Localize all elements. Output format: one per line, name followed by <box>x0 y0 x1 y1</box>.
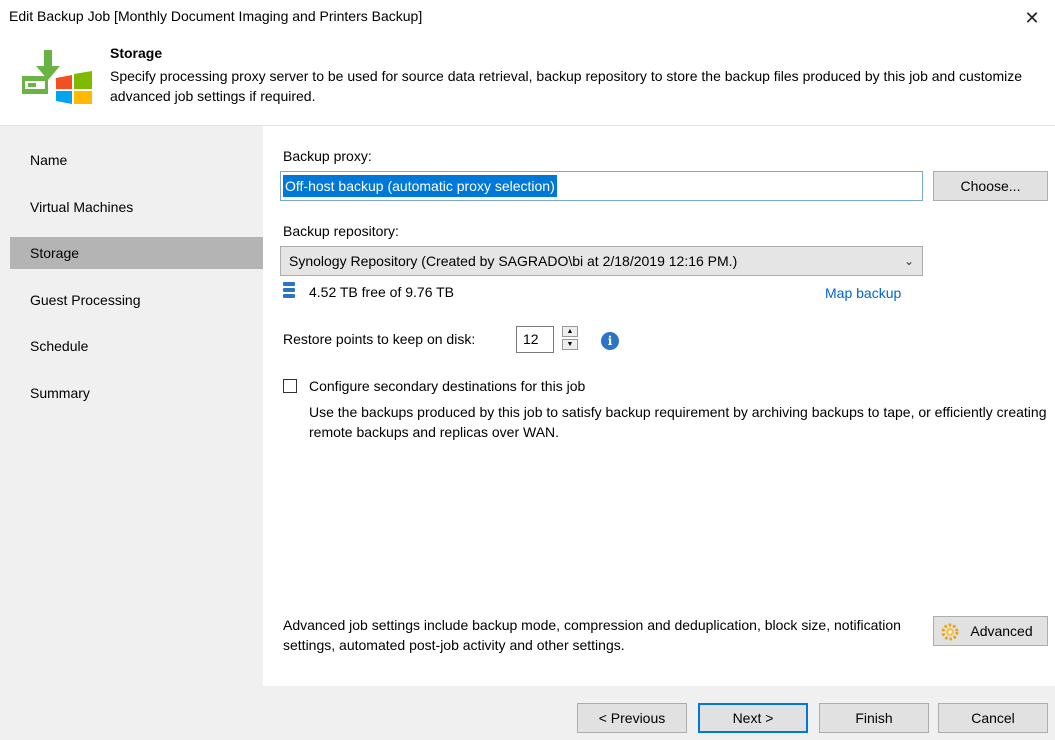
stepper-down-icon[interactable]: ▼ <box>562 339 578 350</box>
stepper-up-icon[interactable]: ▲ <box>562 326 578 337</box>
secondary-destinations-checkbox[interactable] <box>283 379 297 393</box>
repository-free-space: 4.52 TB free of 9.76 TB <box>309 284 455 300</box>
backup-proxy-field[interactable]: Off-host backup (automatic proxy selecti… <box>280 171 923 201</box>
cancel-button[interactable]: Cancel <box>938 703 1048 733</box>
advanced-button-label: Advanced <box>970 623 1033 639</box>
previous-button[interactable]: < Previous <box>577 703 687 733</box>
info-icon[interactable]: i <box>601 332 619 350</box>
map-backup-link[interactable]: Map backup <box>825 285 901 301</box>
wizard-steps-sidebar: Name Virtual Machines Storage Guest Proc… <box>0 126 263 686</box>
backup-to-windows-icon <box>22 50 92 104</box>
sidebar-item-schedule[interactable]: Schedule <box>10 330 263 362</box>
next-button[interactable]: Next > <box>698 703 808 733</box>
restore-points-label: Restore points to keep on disk: <box>283 331 476 347</box>
secondary-destinations-label[interactable]: Configure secondary destinations for thi… <box>309 378 585 394</box>
sidebar-item-virtual-machines[interactable]: Virtual Machines <box>10 191 263 223</box>
wizard-header: Storage Specify processing proxy server … <box>0 36 1055 126</box>
advanced-settings-description: Advanced job settings include backup mod… <box>283 617 901 653</box>
backup-proxy-value: Off-host backup (automatic proxy selecti… <box>283 175 557 197</box>
backup-repository-label: Backup repository: <box>283 223 399 239</box>
chevron-down-icon: ⌄ <box>903 254 914 268</box>
sidebar-item-name[interactable]: Name <box>10 144 263 176</box>
backup-repository-select[interactable]: Synology Repository (Created by SAGRADO\… <box>280 246 923 276</box>
restore-points-stepper[interactable]: 12 <box>516 326 554 353</box>
page-title: Storage <box>110 45 163 61</box>
sidebar-item-summary[interactable]: Summary <box>10 377 263 409</box>
sidebar-item-storage[interactable]: Storage <box>10 237 263 269</box>
finish-button[interactable]: Finish <box>819 703 929 733</box>
stepper-buttons: ▲ ▼ <box>562 326 580 353</box>
title-bar: Edit Backup Job [Monthly Document Imagin… <box>0 0 1055 36</box>
choose-proxy-button[interactable]: Choose... <box>933 171 1048 201</box>
database-icon <box>283 282 295 298</box>
gear-icon <box>941 623 959 641</box>
close-button[interactable]: ✕ <box>1017 4 1047 32</box>
secondary-destinations-description: Use the backups produced by this job to … <box>309 404 1047 440</box>
page-description: Specify processing proxy server to be us… <box>110 68 1023 104</box>
advanced-button[interactable]: Advanced <box>933 616 1048 646</box>
storage-panel: Backup proxy: Off-host backup (automatic… <box>263 126 1055 686</box>
wizard-footer: < Previous Next > Finish Cancel <box>0 686 1055 740</box>
sidebar-item-guest-processing[interactable]: Guest Processing <box>10 284 263 316</box>
restore-points-value: 12 <box>523 331 539 347</box>
backup-repository-value: Synology Repository (Created by SAGRADO\… <box>289 253 738 269</box>
backup-proxy-label: Backup proxy: <box>283 148 372 164</box>
window-title: Edit Backup Job [Monthly Document Imagin… <box>9 8 423 24</box>
